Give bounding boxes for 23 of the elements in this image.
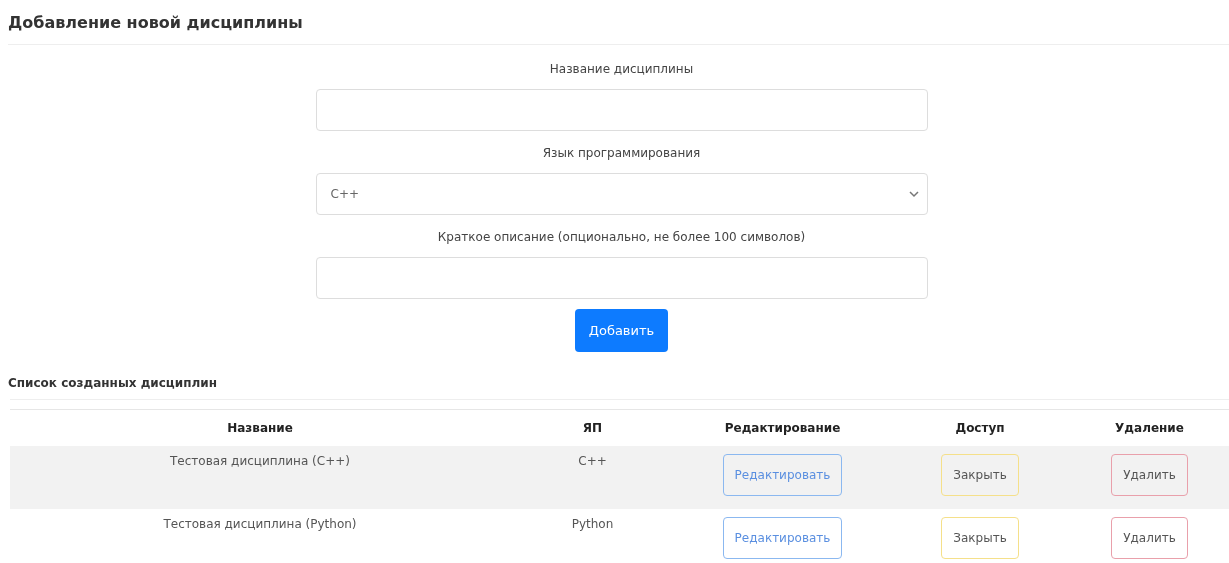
field-label: Название дисциплины <box>549 61 694 77</box>
field-label: Язык программирования <box>542 145 701 161</box>
delete-button[interactable]: Удалить <box>1111 517 1188 559</box>
table-cell: Python <box>571 517 614 531</box>
section-title: Список созданных дисциплин <box>8 376 218 390</box>
column-header: ЯП <box>581 421 604 435</box>
input-field[interactable] <box>315 89 928 131</box>
page-title: Добавление новой дисциплины <box>7 12 304 34</box>
column-header: Редактирование <box>723 421 842 435</box>
table-cell: C++ <box>578 454 607 468</box>
field-label: Краткое описание (опционально, не более 100 символов) <box>437 229 806 245</box>
select-field[interactable]: C++ <box>315 173 928 215</box>
close-access-button[interactable]: Закрыть <box>941 517 1019 559</box>
column-header: Удаление <box>1114 421 1185 435</box>
delete-button[interactable]: Удалить <box>1111 454 1188 496</box>
table-cell: Тестовая дисциплина (Python) <box>163 517 357 531</box>
input-field[interactable] <box>315 257 928 299</box>
column-header: Доступ <box>954 421 1006 435</box>
chevron-down-icon <box>908 190 919 198</box>
table-cell: Тестовая дисциплина (C++) <box>170 454 350 468</box>
close-access-button[interactable]: Закрыть <box>941 454 1019 496</box>
add-button[interactable]: Добавить <box>574 309 669 352</box>
column-header: Название <box>226 421 294 435</box>
